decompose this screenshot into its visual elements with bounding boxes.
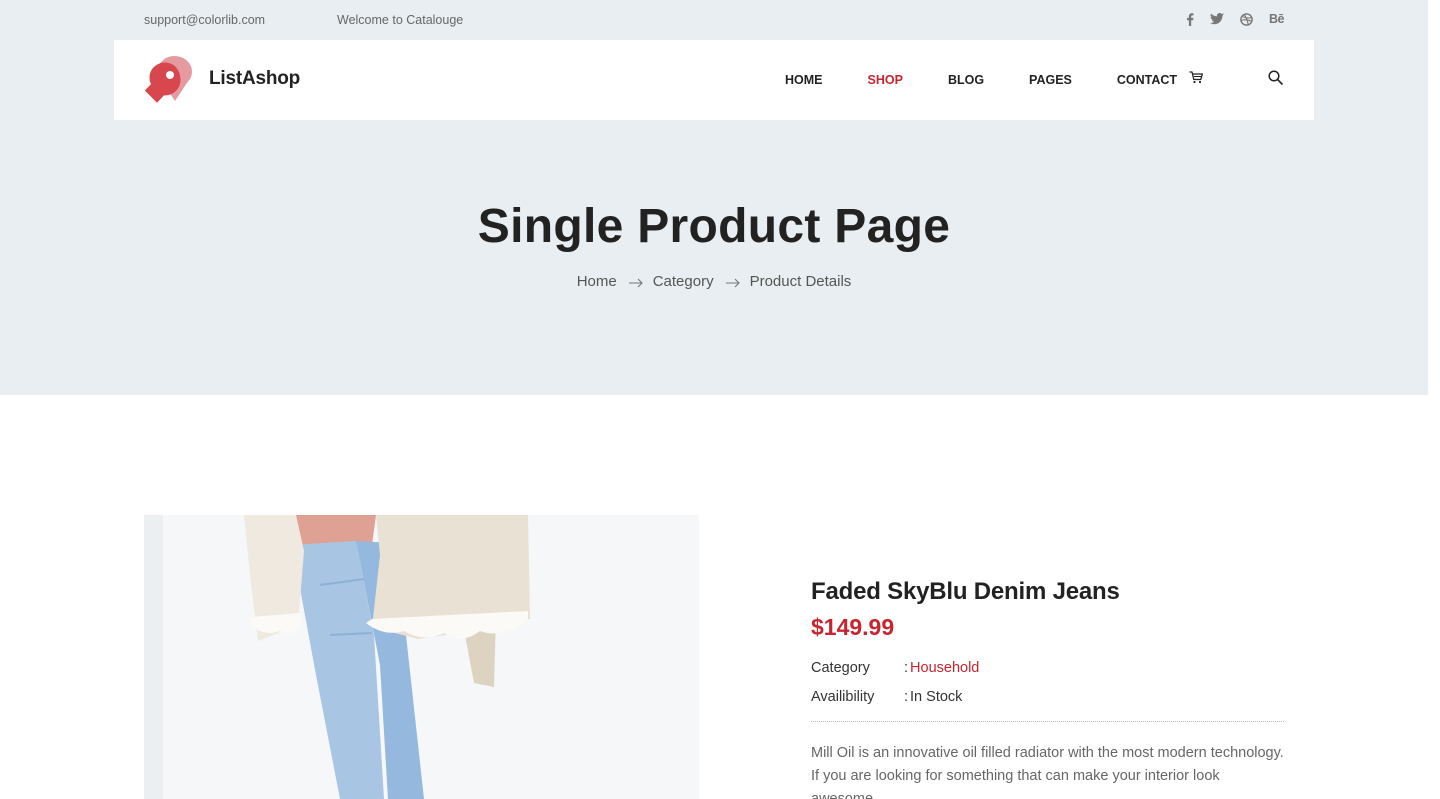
product-image[interactable]	[144, 515, 699, 799]
arrow-right-icon	[628, 278, 643, 288]
nav-home[interactable]: HOME	[785, 73, 823, 87]
top-bar: support@colorlib.com Welcome to Cataloug…	[144, 0, 1284, 40]
nav-pages[interactable]: PAGES	[1029, 73, 1072, 87]
nav-contact[interactable]: CONTACT	[1117, 73, 1177, 87]
product-details: Faded SkyBlu Denim Jeans $149.99 Categor…	[811, 578, 1284, 799]
twitter-icon[interactable]	[1210, 11, 1225, 27]
meta-label: Category	[811, 659, 870, 676]
divider	[811, 721, 1284, 722]
page-title: Single Product Page	[477, 200, 951, 253]
meta-row-availability: Availibility : In Stock	[811, 682, 1284, 711]
product-price: $149.99	[811, 614, 895, 640]
cart-icon[interactable]	[1189, 71, 1203, 84]
product-name: Faded SkyBlu Denim Jeans	[811, 578, 1120, 605]
search-icon[interactable]	[1268, 70, 1283, 85]
support-email[interactable]: support@colorlib.com	[144, 13, 265, 27]
nav-blog[interactable]: BLOG	[948, 73, 984, 87]
nav-shop[interactable]: SHOP	[868, 73, 903, 87]
brand-name[interactable]: ListAshop	[209, 68, 300, 90]
welcome-text: Welcome to Catalouge	[337, 13, 464, 27]
meta-row-category: Category : Household	[811, 653, 1284, 682]
meta-colon: :	[904, 659, 909, 676]
logo-icon[interactable]	[144, 54, 196, 106]
dribbble-icon[interactable]	[1240, 11, 1253, 27]
arrow-right-icon	[725, 278, 740, 288]
breadcrumb-home[interactable]: Home	[577, 273, 617, 290]
main-menu: HOME SHOP BLOG PAGES CONTACT	[785, 73, 1177, 87]
meta-label: Availibility	[811, 688, 875, 705]
main-navbar: ListAshop HOME SHOP BLOG PAGES CONTACT	[114, 40, 1314, 120]
product-description: Mill Oil is an innovative oil filled rad…	[811, 745, 1284, 799]
facebook-icon[interactable]	[1186, 11, 1194, 27]
breadcrumb: Home Category Product Details	[0, 273, 1428, 290]
breadcrumb-category[interactable]: Category	[653, 273, 714, 290]
meta-colon: :	[904, 688, 909, 705]
model-jeans-illustration	[244, 515, 530, 799]
product-meta: Category : Household Availibility : In S…	[811, 653, 1284, 711]
breadcrumb-current: Product Details	[749, 273, 852, 290]
category-link[interactable]: Household	[910, 660, 979, 676]
behance-icon[interactable]: Bē	[1269, 11, 1284, 27]
social-links: Bē	[1186, 11, 1284, 27]
availability-value: In Stock	[910, 688, 963, 705]
